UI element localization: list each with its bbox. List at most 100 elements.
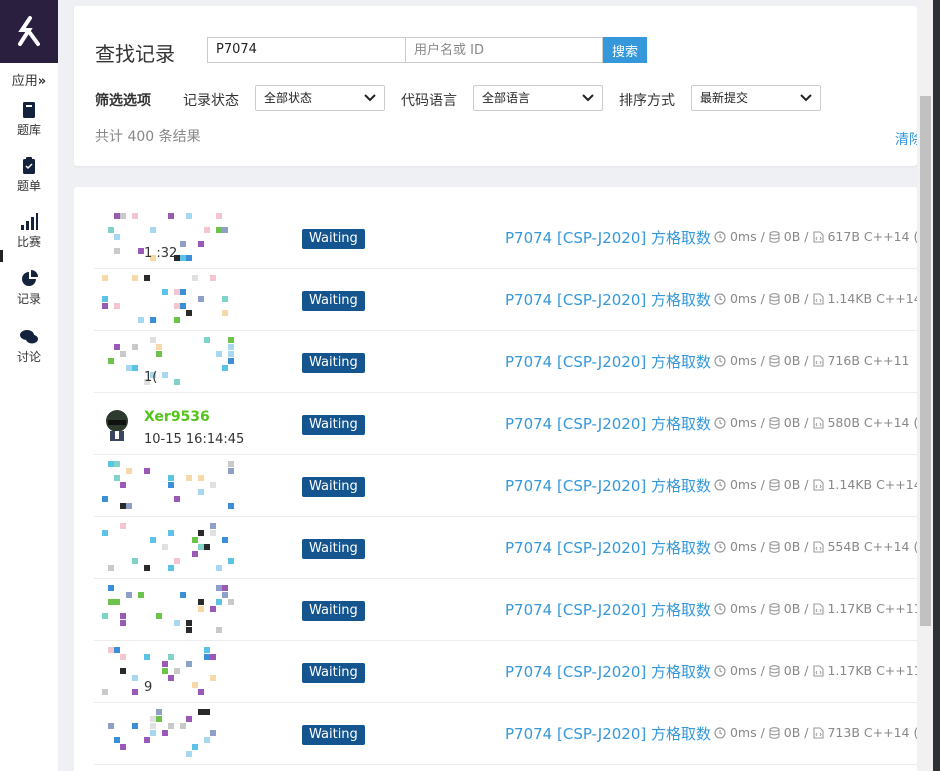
time-used: 0ms [729, 477, 757, 492]
obscured-pixel [198, 296, 204, 302]
clock-icon [714, 231, 726, 243]
status-badge[interactable]: Waiting [302, 725, 365, 745]
problem-id-input[interactable]: P7074 [207, 37, 405, 63]
scrollbar-thumb[interactable] [920, 96, 931, 626]
obscured-pixel [198, 709, 204, 715]
sort-select[interactable]: 最新提交 [691, 85, 821, 111]
obscured-pixel [198, 599, 204, 605]
status-badge[interactable]: Waiting [302, 229, 365, 249]
database-icon [769, 727, 780, 739]
sidebar-item-problems[interactable]: 题库 [0, 101, 58, 138]
sidebar-item-label: 题库 [16, 123, 41, 137]
table-row[interactable]: Waiting P7074 [CSP-J2020] 方格取数 0ms / 0B /… [94, 703, 917, 765]
obscured-pixel [144, 275, 150, 281]
obscured-pixel [228, 599, 234, 605]
table-row[interactable]: 1 :32 Waiting P7074 [CSP-J2020] 方格取数 0ms /… [94, 207, 917, 269]
obscured-pixel [114, 461, 120, 467]
obscured-pixel [198, 475, 204, 481]
user-block[interactable] [102, 461, 262, 509]
sidebar-item-contests[interactable]: 比赛 [0, 213, 58, 250]
avatar[interactable] [102, 409, 132, 441]
problem-link[interactable]: P7074 [CSP-J2020] 方格取数 [505, 537, 711, 558]
time-used: 0ms [729, 353, 757, 368]
problem-link[interactable]: P7074 [CSP-J2020] 方格取数 [505, 723, 711, 744]
username-input[interactable] [405, 37, 603, 63]
obscured-pixel [204, 647, 210, 653]
obscured-pixel [168, 530, 174, 536]
problem-link[interactable]: P7074 [CSP-J2020] 方格取数 [505, 351, 711, 372]
clock-icon [714, 665, 726, 677]
problem-link[interactable]: P7074 [CSP-J2020] 方格取数 [505, 289, 711, 310]
obscured-pixel [138, 592, 144, 598]
status-badge[interactable]: Waiting [302, 601, 365, 621]
apps-menu[interactable]: 应用» [0, 70, 58, 89]
obscured-pixel [144, 468, 150, 474]
obscured-pixel [156, 351, 162, 357]
page-title: 查找记录 [95, 42, 175, 66]
table-row[interactable]: Waiting P7074 [CSP-J2020] 方格取数 0ms / 0B /… [94, 455, 917, 517]
database-icon [769, 603, 780, 615]
obscured-pixel [108, 723, 114, 729]
obscured-pixel [114, 599, 120, 605]
status-badge[interactable]: Waiting [302, 353, 365, 373]
obscured-pixel [222, 585, 228, 591]
pie-chart-icon [22, 270, 38, 286]
clock-icon [714, 479, 726, 491]
luogu-logo[interactable] [0, 0, 58, 63]
obscured-pixel [174, 558, 180, 564]
problem-link[interactable]: P7074 [CSP-J2020] 方格取数 [505, 661, 711, 682]
obscured-pixel [132, 675, 138, 681]
obscured-pixel [174, 620, 180, 626]
user-block[interactable] [102, 275, 262, 323]
obscured-pixel [204, 337, 210, 343]
status-badge[interactable]: Waiting [302, 477, 365, 497]
memory-used: 0B [783, 353, 801, 368]
obscured-pixel [210, 730, 216, 736]
search-button[interactable]: 搜索 [603, 37, 647, 63]
user-block[interactable]: Xer9536 10-15 16:14:45 [102, 399, 262, 447]
problem-link[interactable]: P7074 [CSP-J2020] 方格取数 [505, 227, 711, 248]
file-code-icon [812, 665, 824, 677]
sidebar-item-records[interactable]: 记录 [0, 270, 58, 307]
memory-used: 0B [783, 229, 801, 244]
problem-link[interactable]: P7074 [CSP-J2020] 方格取数 [505, 413, 711, 434]
sidebar-item-label: 题单 [16, 179, 41, 193]
user-block[interactable]: 1( [102, 337, 262, 385]
obscured-pixel [126, 468, 132, 474]
table-row[interactable]: Waiting P7074 [CSP-J2020] 方格取数 0ms / 0B /… [94, 579, 917, 641]
time-used: 0ms [729, 663, 757, 678]
status-select[interactable]: 全部状态 [255, 85, 385, 111]
obscured-pixel [144, 737, 150, 743]
chevron-down-icon [800, 94, 812, 102]
record-meta: 0ms / 0B / 1.14KB C++14 [714, 477, 917, 492]
status-badge[interactable]: Waiting [302, 539, 365, 559]
table-row[interactable]: 1(Waiting P7074 [CSP-J2020] 方格取数 0ms / 0B… [94, 331, 917, 393]
clear-filters-link[interactable]: 清除 [895, 129, 917, 149]
sidebar-item-discuss[interactable]: 讨论 [0, 328, 58, 365]
table-row[interactable]: Waiting P7074 [CSP-J2020] 方格取数 0ms / 0B /… [94, 517, 917, 579]
obscured-pixel [102, 613, 108, 619]
status-badge[interactable]: Waiting [302, 663, 365, 683]
table-row[interactable]: Waiting P7074 [CSP-J2020] 方格取数 0ms / 0B /… [94, 269, 917, 331]
user-block[interactable] [102, 709, 262, 757]
table-row[interactable]: Xer9536 10-15 16:14:45 Waiting P7074 [CSP-J… [94, 393, 917, 455]
user-block[interactable]: 9 [102, 647, 262, 695]
code-size: 713B [827, 725, 860, 740]
user-block[interactable]: 1 :32 [102, 213, 262, 261]
problem-link[interactable]: P7074 [CSP-J2020] 方格取数 [505, 599, 711, 620]
status-badge[interactable]: Waiting [302, 291, 365, 311]
obscured-pixel [222, 365, 228, 371]
language-select[interactable]: 全部语言 [473, 85, 603, 111]
obscured-pixel [132, 723, 138, 729]
status-badge[interactable]: Waiting [302, 415, 365, 435]
user-block[interactable] [102, 585, 262, 633]
code-language: C++11 [863, 353, 910, 368]
sidebar-item-problem-lists[interactable]: 题单 [0, 157, 58, 194]
obscured-pixel [174, 496, 180, 502]
submit-time: 1 :32 [144, 246, 178, 261]
obscured-pixel [186, 475, 192, 481]
username-link[interactable]: Xer9536 [144, 409, 210, 425]
user-block[interactable] [102, 523, 262, 571]
table-row[interactable]: 9 Waiting P7074 [CSP-J2020] 方格取数 0ms / 0B … [94, 641, 917, 703]
problem-link[interactable]: P7074 [CSP-J2020] 方格取数 [505, 475, 711, 496]
